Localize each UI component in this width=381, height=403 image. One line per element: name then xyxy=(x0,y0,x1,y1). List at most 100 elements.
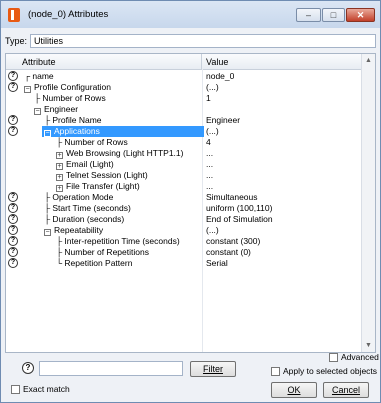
attribute-value[interactable]: uniform (100,110) xyxy=(206,203,272,214)
attribute-name: ├ Number of Rows xyxy=(34,93,106,103)
attribute-name: + Telnet Session (Light) xyxy=(56,170,148,181)
expand-icon[interactable]: + xyxy=(56,163,63,170)
attribute-name: ├ Inter-repetition Time (seconds) xyxy=(56,236,180,246)
attribute-value[interactable]: ... xyxy=(206,159,213,170)
attribute-value[interactable]: 1 xyxy=(206,93,211,104)
grid-row-selected[interactable]: ? − Applications (...) xyxy=(6,126,363,137)
attribute-value[interactable]: Engineer xyxy=(206,115,240,126)
collapse-icon[interactable]: − xyxy=(44,130,51,137)
attribute-name: ├ Profile Name xyxy=(44,115,102,125)
grid-row[interactable]: + Web Browsing (Light HTTP1.1) ... xyxy=(6,148,363,159)
attribute-value[interactable]: End of Simulation xyxy=(206,214,273,225)
type-field[interactable]: Utilities xyxy=(30,34,376,48)
attribute-value[interactable]: (...) xyxy=(206,126,219,137)
help-icon[interactable]: ? xyxy=(8,236,18,246)
expand-icon[interactable]: + xyxy=(56,185,63,192)
attribute-column-header[interactable]: Attribute xyxy=(22,57,56,67)
grid-row[interactable]: ? ├ Operation Mode Simultaneous xyxy=(6,192,363,203)
grid-row[interactable]: ? ├ Number of Repetitions constant (0) xyxy=(6,247,363,258)
value-column-header[interactable]: Value xyxy=(206,57,228,67)
advanced-label: Advanced xyxy=(341,352,379,362)
attribute-name: ├ Operation Mode xyxy=(44,192,114,202)
maximize-button[interactable]: □ xyxy=(322,8,345,22)
title-bar[interactable]: (node_0) Attributes – □ ✕ xyxy=(1,1,380,28)
attribute-name: ├ Start Time (seconds) xyxy=(44,203,131,213)
help-icon[interactable]: ? xyxy=(8,115,18,125)
type-bar: Type: Utilities xyxy=(5,34,376,48)
attribute-grid: Attribute Value ? ┌ name node_0 ? − Profi… xyxy=(5,53,376,353)
attribute-value[interactable]: (...) xyxy=(206,82,219,93)
attribute-name: + Email (Light) xyxy=(56,159,114,170)
attribute-name: ├ Number of Repetitions xyxy=(56,247,149,257)
grid-row[interactable]: + Email (Light) ... xyxy=(6,159,363,170)
ok-button[interactable]: OK xyxy=(271,382,317,398)
cancel-button[interactable]: Cancel xyxy=(323,382,369,398)
grid-row[interactable]: ? − Repeatability (...) xyxy=(6,225,363,236)
expand-icon[interactable]: + xyxy=(56,174,63,181)
filter-input[interactable] xyxy=(39,361,183,376)
attribute-value[interactable]: constant (0) xyxy=(206,247,251,258)
filter-button[interactable]: Filter xyxy=(190,361,236,377)
attribute-value[interactable]: constant (300) xyxy=(206,236,260,247)
grid-row[interactable]: ? ├ Start Time (seconds) uniform (100,11… xyxy=(6,203,363,214)
grid-row[interactable]: ? ├ Inter-repetition Time (seconds) cons… xyxy=(6,236,363,247)
attribute-value[interactable]: 4 xyxy=(206,137,211,148)
attribute-name: + Web Browsing (Light HTTP1.1) xyxy=(56,148,184,159)
attribute-value[interactable]: ... xyxy=(206,170,213,181)
help-icon[interactable]: ? xyxy=(8,126,18,136)
collapse-icon[interactable]: − xyxy=(34,108,41,115)
exact-match-checkbox[interactable] xyxy=(11,385,20,394)
help-icon[interactable]: ? xyxy=(8,214,18,224)
grid-row[interactable]: + Telnet Session (Light) ... xyxy=(6,170,363,181)
help-icon[interactable]: ? xyxy=(8,192,18,202)
grid-row[interactable]: ? ├ Profile Name Engineer xyxy=(6,115,363,126)
exact-match-label: Exact match xyxy=(23,384,70,394)
help-icon[interactable]: ? xyxy=(8,203,18,213)
scroll-up-icon[interactable]: ▲ xyxy=(362,54,375,67)
attribute-name: ├ Duration (seconds) xyxy=(44,214,125,224)
help-icon[interactable]: ? xyxy=(22,362,34,374)
grid-row[interactable]: ? ├ Duration (seconds) End of Simulation xyxy=(6,214,363,225)
attribute-name: − Engineer xyxy=(34,104,79,115)
help-icon[interactable]: ? xyxy=(8,71,18,81)
attribute-name: − Profile Configuration xyxy=(24,82,112,93)
advanced-checkbox[interactable] xyxy=(329,353,338,362)
attribute-name: − Repeatability xyxy=(44,225,104,236)
grid-row[interactable]: ├ Number of Rows 4 xyxy=(6,137,363,148)
attributes-window: (node_0) Attributes – □ ✕ Type: Utilitie… xyxy=(0,0,381,403)
attribute-value[interactable]: ... xyxy=(206,148,213,159)
attribute-name: + File Transfer (Light) xyxy=(56,181,140,192)
attribute-name: − Applications xyxy=(42,126,204,137)
grid-row[interactable]: ? − Profile Configuration (...) xyxy=(6,82,363,93)
attribute-value[interactable]: (...) xyxy=(206,225,219,236)
attribute-name: ├ Number of Rows xyxy=(56,137,128,147)
apply-selected-label: Apply to selected objects xyxy=(283,366,378,376)
help-icon[interactable]: ? xyxy=(8,82,18,92)
grid-row[interactable]: ? └ Repetition Pattern Serial xyxy=(6,258,363,269)
app-icon xyxy=(8,8,20,22)
grid-row[interactable]: − Engineer xyxy=(6,104,363,115)
attribute-name: └ Repetition Pattern xyxy=(56,258,133,268)
attribute-value[interactable]: ... xyxy=(206,181,213,192)
grid-row[interactable]: + File Transfer (Light) ... xyxy=(6,181,363,192)
grid-row[interactable]: ├ Number of Rows 1 xyxy=(6,93,363,104)
window-title: (node_0) Attributes xyxy=(28,9,109,20)
attribute-value[interactable]: node_0 xyxy=(206,71,234,82)
help-icon[interactable]: ? xyxy=(8,247,18,257)
minimize-button[interactable]: – xyxy=(296,8,321,22)
close-button[interactable]: ✕ xyxy=(346,8,375,22)
grid-row[interactable]: ? ┌ name node_0 xyxy=(6,71,363,82)
attribute-value[interactable]: Serial xyxy=(206,258,228,269)
vertical-scrollbar[interactable]: ▲ ▼ xyxy=(361,54,375,352)
attribute-value[interactable]: Simultaneous xyxy=(206,192,258,203)
collapse-icon[interactable]: − xyxy=(24,86,31,93)
help-icon[interactable]: ? xyxy=(8,258,18,268)
scroll-down-icon[interactable]: ▼ xyxy=(362,339,375,352)
help-icon[interactable]: ? xyxy=(8,225,18,235)
expand-icon[interactable]: + xyxy=(56,152,63,159)
apply-selected-checkbox[interactable] xyxy=(271,367,280,376)
type-label: Type: xyxy=(5,36,28,46)
collapse-icon[interactable]: − xyxy=(44,229,51,236)
grid-header: Attribute Value xyxy=(6,54,363,70)
footer: ? Filter Exact match Advanced Apply to s… xyxy=(1,352,380,402)
